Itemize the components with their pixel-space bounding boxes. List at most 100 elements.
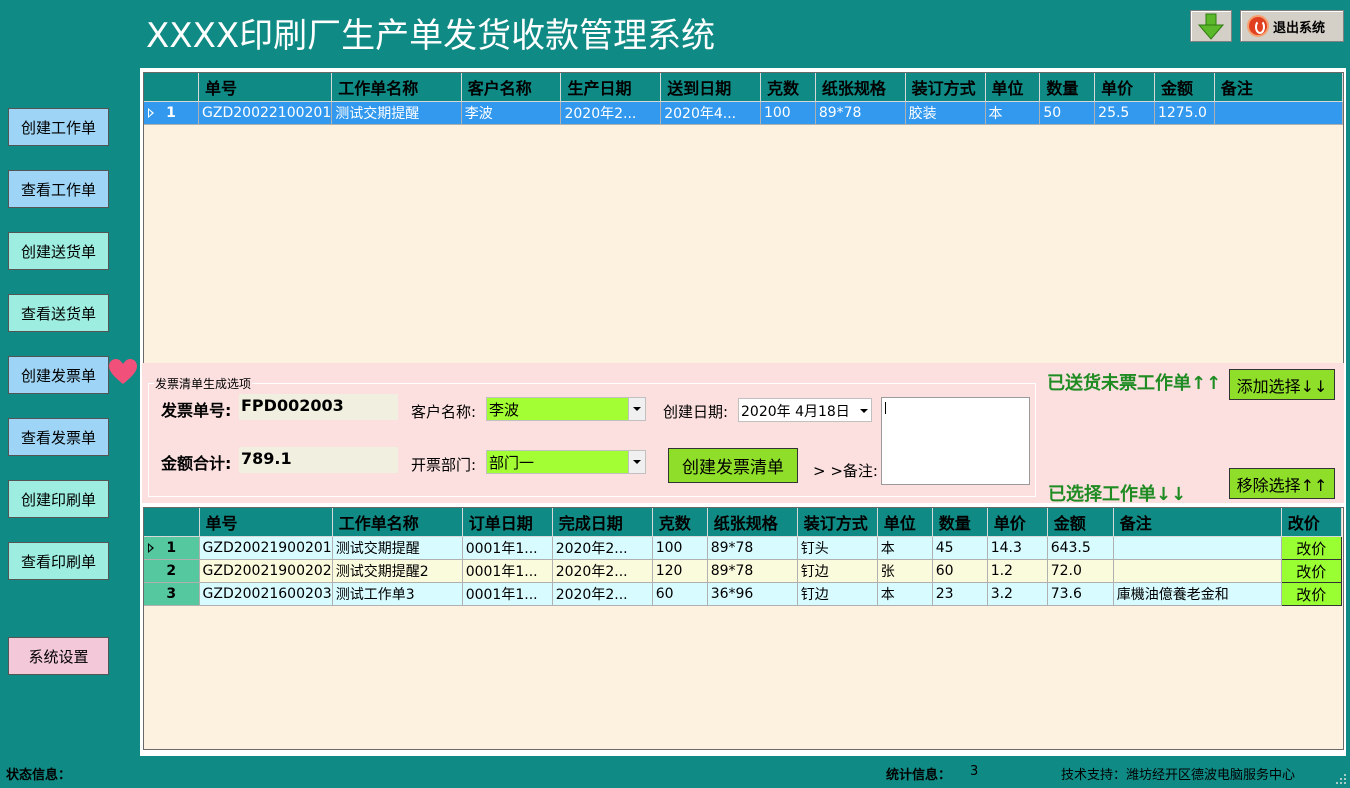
chevron-down-icon[interactable] (860, 409, 868, 413)
table-row[interactable]: 2 GZD20021900202 测试交期提醒2 0001年1... 2020年… (144, 559, 1342, 583)
table-cell[interactable]: 100 (760, 101, 816, 125)
table-cell[interactable]: 25.5 (1094, 101, 1155, 125)
nav-create-print[interactable]: 创建印刷单 (8, 480, 109, 518)
nav-create-delivery[interactable]: 创建送货单 (8, 232, 109, 270)
table-cell[interactable]: 23 (932, 582, 988, 606)
created-date-picker[interactable]: 2020年 4月18日 (738, 398, 872, 422)
col-header[interactable]: 单位 (985, 73, 1041, 102)
table-cell[interactable] (1113, 536, 1282, 560)
table-cell[interactable]: 钉边 (797, 559, 878, 583)
table-cell[interactable]: 本 (985, 101, 1041, 125)
col-header[interactable]: 数量 (1039, 73, 1096, 102)
row-number[interactable]: 1 (144, 536, 200, 560)
table-cell[interactable]: 胶装 (905, 101, 986, 125)
change-price-button[interactable]: 改价 (1280, 536, 1342, 560)
selected-workorder-grid[interactable]: 单号 工作单名称 订单日期 完成日期 克数 纸张规格 装订方式 单位 数量 单价… (143, 507, 1344, 750)
col-header[interactable]: 备注 (1113, 508, 1282, 537)
table-cell[interactable]: 测试交期提醒2 (332, 559, 463, 583)
change-price-button[interactable]: 改价 (1280, 559, 1342, 583)
change-price-button[interactable]: 改价 (1280, 582, 1342, 606)
table-cell[interactable]: 89*78 (707, 559, 798, 583)
table-cell[interactable]: 45 (932, 536, 988, 560)
table-row[interactable]: 1 GZD20022100201 测试交期提醒 李波 2020年2... 202… (144, 101, 1343, 125)
table-cell[interactable]: 89*78 (815, 101, 906, 125)
table-cell[interactable]: 2020年2... (552, 536, 653, 560)
col-header[interactable]: 纸张规格 (707, 508, 798, 537)
table-cell[interactable]: 2020年2... (560, 101, 662, 125)
col-header[interactable]: 数量 (932, 508, 988, 537)
col-header[interactable]: 单号 (199, 508, 333, 537)
remove-selection-button[interactable]: 移除选择↑↑ (1229, 468, 1335, 499)
col-header[interactable]: 单价 (1094, 73, 1155, 102)
table-cell[interactable]: GZD20021900201 (199, 536, 333, 560)
resize-grip-icon[interactable] (1336, 774, 1348, 786)
table-cell[interactable]: 0001年1... (462, 582, 553, 606)
col-header[interactable]: 工作单名称 (331, 73, 462, 102)
table-cell[interactable]: 0001年1... (462, 536, 553, 560)
table-cell[interactable]: 89*78 (707, 536, 798, 560)
nav-create-invoice[interactable]: 创建发票单 (8, 356, 109, 394)
nav-view-print[interactable]: 查看印刷单 (8, 542, 109, 580)
row-number[interactable]: 2 (144, 559, 200, 583)
table-cell[interactable]: 73.6 (1047, 582, 1114, 606)
total-field[interactable]: 789.1 (239, 447, 398, 473)
row-number[interactable]: 1 (144, 101, 200, 125)
col-header[interactable]: 备注 (1214, 73, 1343, 102)
table-row[interactable]: 1 GZD20021900201 测试交期提醒 0001年1... 2020年2… (144, 536, 1342, 560)
table-cell[interactable]: 庫機油億養老金和 (1113, 582, 1282, 606)
col-header[interactable]: 工作单名称 (332, 508, 463, 537)
table-cell[interactable]: 钉边 (797, 582, 878, 606)
col-header[interactable]: 送到日期 (660, 73, 761, 102)
table-cell[interactable]: 2020年4... (660, 101, 761, 125)
table-cell[interactable]: 本 (877, 536, 933, 560)
col-header[interactable]: 装订方式 (905, 73, 986, 102)
col-header[interactable]: 订单日期 (462, 508, 553, 537)
nav-view-workorder[interactable]: 查看工作单 (8, 170, 109, 208)
col-header[interactable]: 金额 (1154, 73, 1215, 102)
delivered-workorder-grid[interactable]: 单号 工作单名称 客户名称 生产日期 送到日期 克数 纸张规格 装订方式 单位 … (143, 72, 1344, 364)
table-row[interactable]: 3 GZD20021600203 测试工作单3 0001年1... 2020年2… (144, 582, 1342, 606)
nav-create-workorder[interactable]: 创建工作单 (8, 108, 109, 146)
table-cell[interactable]: 0001年1... (462, 559, 553, 583)
table-cell[interactable]: 本 (877, 582, 933, 606)
table-cell[interactable]: 36*96 (707, 582, 798, 606)
create-invoice-list-button[interactable]: 创建发票清单 (668, 448, 798, 483)
col-header[interactable]: 克数 (760, 73, 816, 102)
customer-select[interactable]: 李波 (486, 397, 646, 421)
table-cell[interactable]: 张 (877, 559, 933, 583)
exit-button[interactable]: 退出系统 (1240, 10, 1344, 42)
download-button[interactable] (1190, 10, 1232, 42)
table-cell[interactable]: 72.0 (1047, 559, 1114, 583)
col-header[interactable]: 完成日期 (552, 508, 653, 537)
table-cell[interactable]: 14.3 (987, 536, 1048, 560)
table-cell[interactable]: 测试交期提醒 (331, 101, 462, 125)
table-cell[interactable]: 100 (652, 536, 708, 560)
table-cell[interactable]: 钉头 (797, 536, 878, 560)
table-cell[interactable]: 50 (1039, 101, 1096, 125)
col-header[interactable]: 装订方式 (797, 508, 878, 537)
table-cell[interactable]: 2020年2... (552, 582, 653, 606)
table-cell[interactable]: 1.2 (987, 559, 1048, 583)
table-cell[interactable]: GZD20022100201 (198, 101, 333, 125)
col-header[interactable]: 金额 (1047, 508, 1114, 537)
invoice-no-field[interactable]: FPD002003 (239, 394, 398, 420)
table-cell[interactable] (1113, 559, 1282, 583)
col-header[interactable]: 克数 (652, 508, 708, 537)
add-selection-button[interactable]: 添加选择↓↓ (1229, 369, 1335, 400)
table-cell[interactable]: 60 (932, 559, 988, 583)
col-header[interactable]: 改价 (1281, 508, 1342, 537)
nav-view-delivery[interactable]: 查看送货单 (8, 294, 109, 332)
table-cell[interactable]: 643.5 (1047, 536, 1114, 560)
table-cell[interactable]: 60 (652, 582, 708, 606)
col-header[interactable]: 纸张规格 (815, 73, 906, 102)
table-cell[interactable]: 2020年2... (552, 559, 653, 583)
nav-view-invoice[interactable]: 查看发票单 (8, 418, 109, 456)
col-header[interactable]: 单位 (877, 508, 933, 537)
col-header[interactable]: 单价 (987, 508, 1048, 537)
nav-settings[interactable]: 系统设置 (8, 637, 109, 675)
dept-select[interactable]: 部门一 (486, 450, 646, 474)
table-cell[interactable]: 3.2 (987, 582, 1048, 606)
table-cell[interactable]: 测试交期提醒 (332, 536, 463, 560)
table-cell[interactable]: 测试工作单3 (332, 582, 463, 606)
table-cell[interactable]: GZD20021900202 (199, 559, 333, 583)
